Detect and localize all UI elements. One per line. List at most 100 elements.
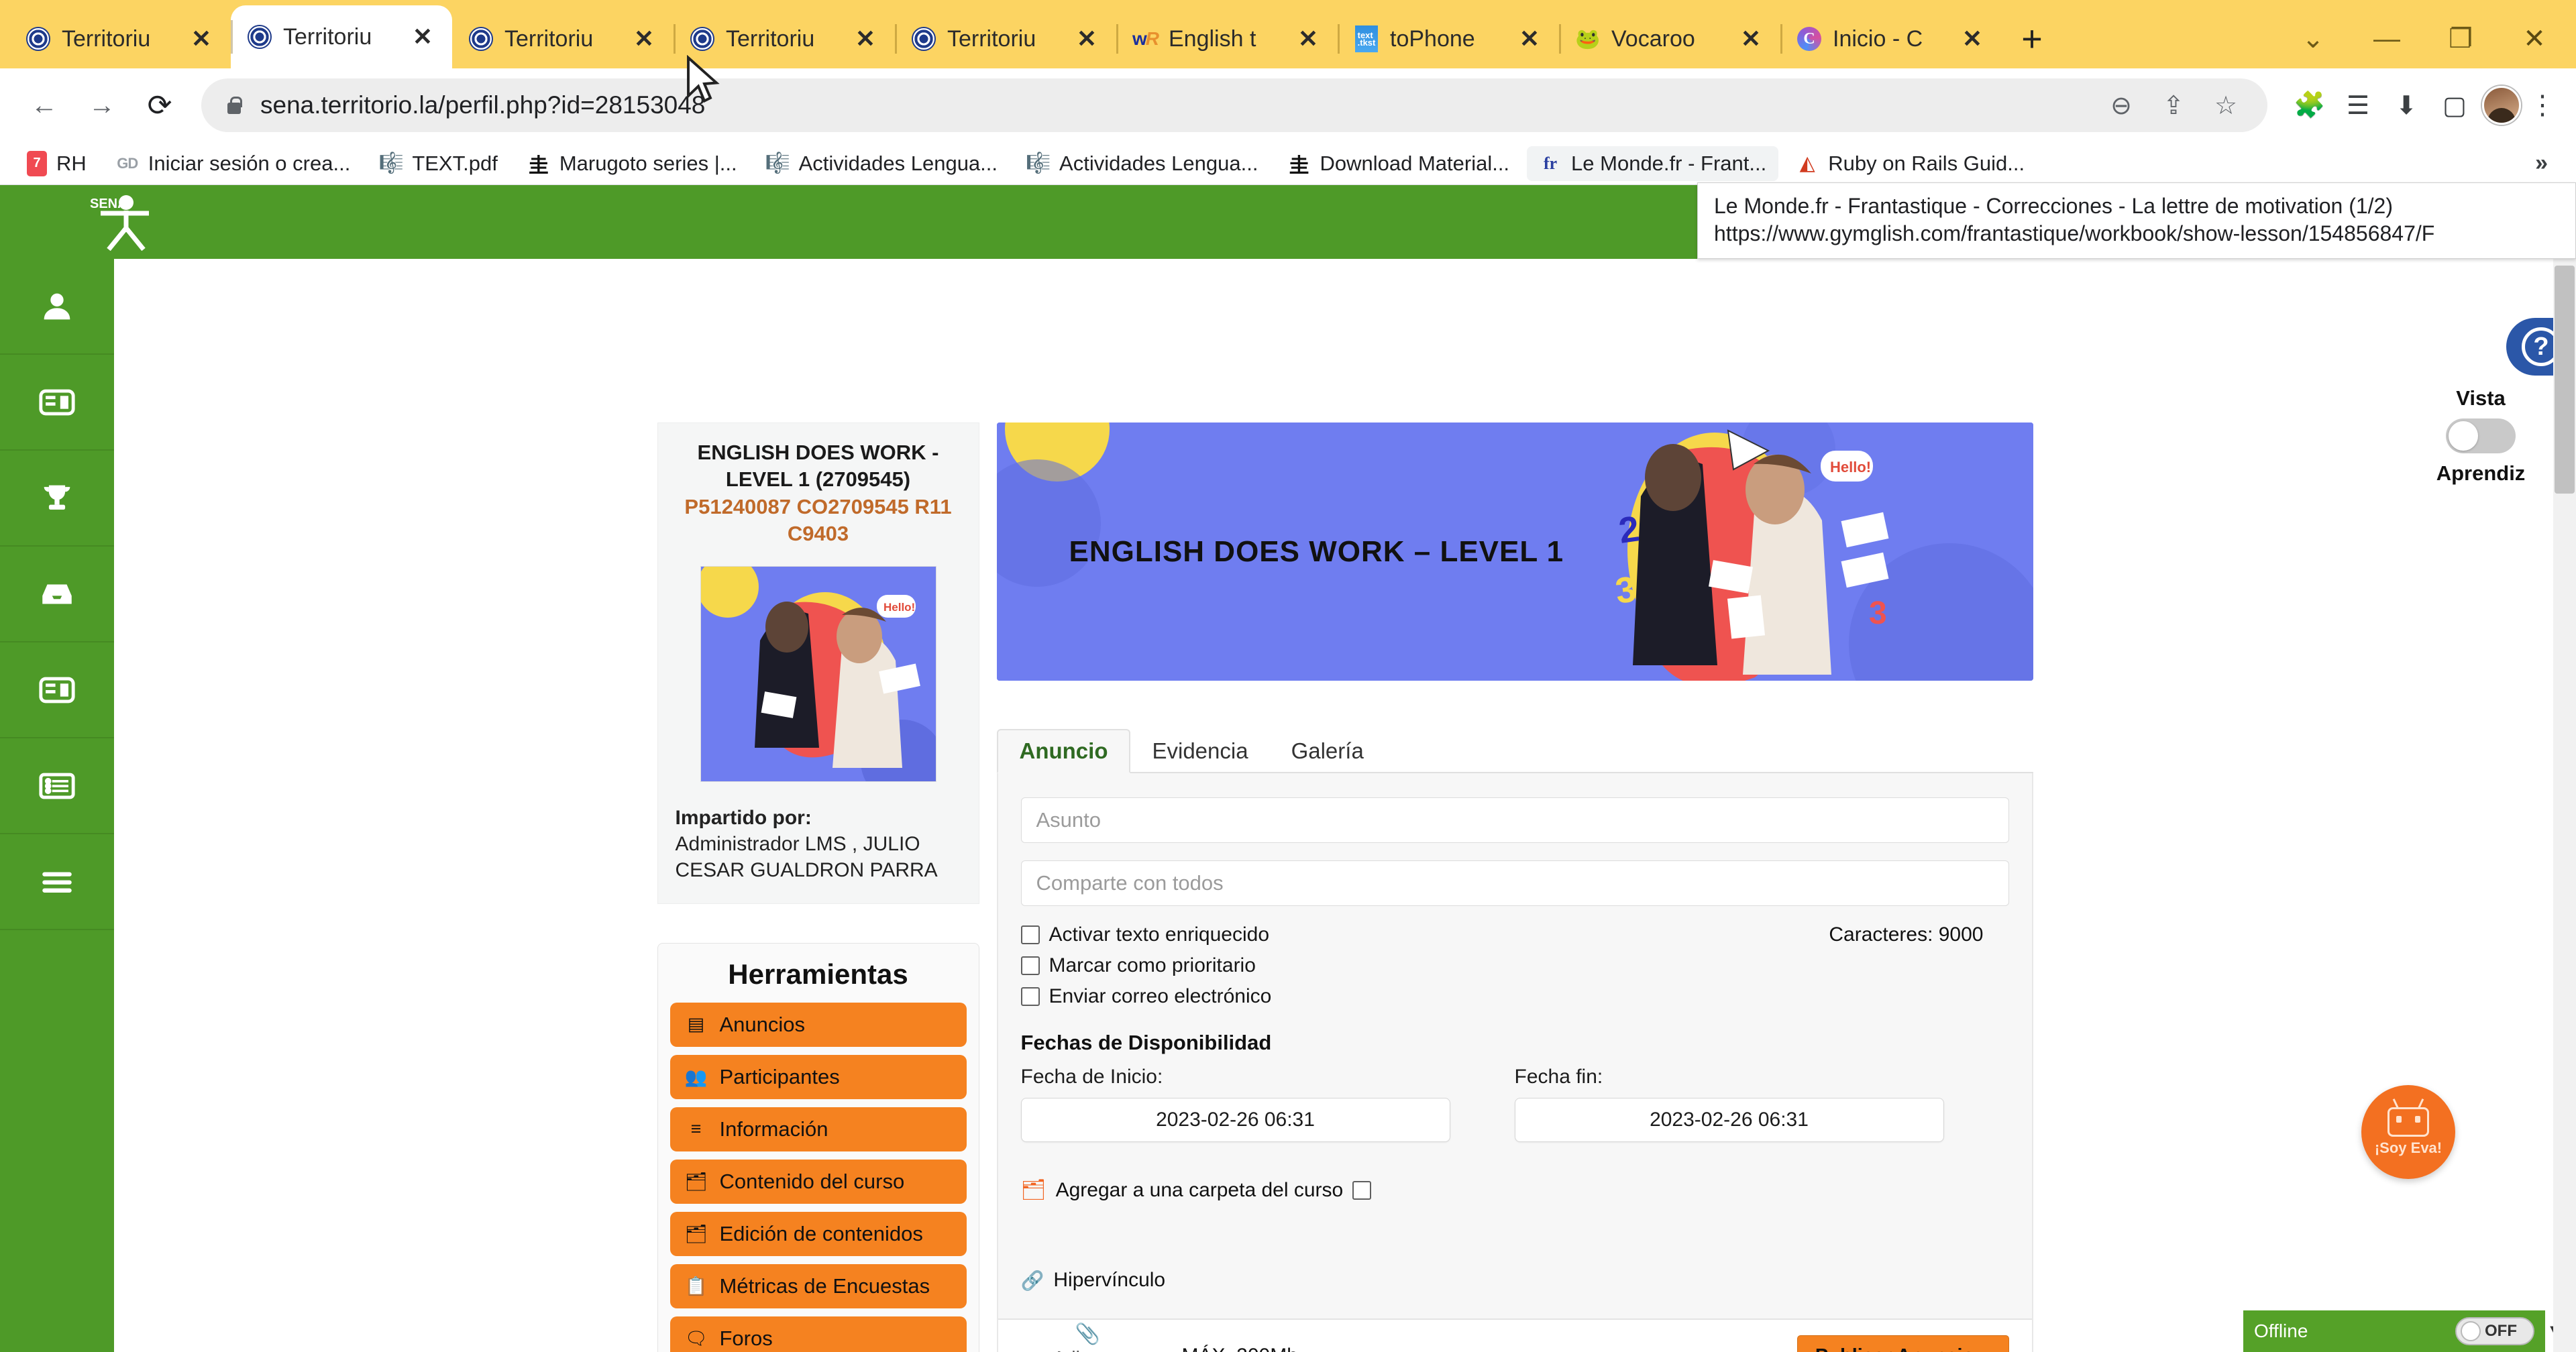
start-date-input[interactable]: 2023-02-26 06:31 <box>1020 1098 1450 1142</box>
browser-tab[interactable]: Territoriu ✕ <box>452 9 674 68</box>
sidebar-item-menu[interactable] <box>0 834 114 930</box>
checkbox-priority[interactable]: Marcar como prioritario <box>1020 954 2009 977</box>
bookmark-star-icon[interactable]: ☆ <box>2208 91 2243 121</box>
maximize-icon[interactable]: ❐ <box>2442 23 2479 54</box>
url-text: sena.territorio.la/perfil.php?id=2815304… <box>260 91 706 119</box>
address-bar: ← → ⟳ sena.territorio.la/perfil.php?id=2… <box>0 68 2576 142</box>
avatar[interactable] <box>2482 86 2521 125</box>
bookmark-item[interactable]: GD Iniciar sesión o crea... <box>104 146 363 181</box>
add-to-folder-checkbox[interactable] <box>1352 1180 1372 1200</box>
sidebar-item-achievements[interactable] <box>0 451 114 547</box>
bookmark-item[interactable]: 🎼 TEXT.pdf <box>368 146 510 181</box>
sidebar-item-inbox[interactable] <box>0 547 114 642</box>
music-note-icon: 🎼 <box>1026 152 1051 174</box>
close-icon[interactable]: ✕ <box>408 23 437 51</box>
forward-icon[interactable]: → <box>76 80 127 131</box>
tool-contenido-del-curso[interactable]: 🗂 Contenido del curso <box>669 1159 967 1204</box>
end-date-input[interactable]: 2023-02-26 06:31 <box>1514 1098 1944 1142</box>
close-icon[interactable]: ✕ <box>1736 25 1766 53</box>
tool-participantes[interactable]: 👥 Participantes <box>669 1054 967 1099</box>
back-icon[interactable]: ← <box>19 80 70 131</box>
share-input[interactable]: Comparte con todos <box>1020 860 2009 906</box>
sidebar-item-catalog[interactable] <box>0 642 114 738</box>
dates-section-title: Fechas de Disponibilidad <box>1020 1031 1272 1054</box>
close-icon[interactable]: ✕ <box>186 25 216 53</box>
extensions-icon[interactable]: 🧩 <box>2289 91 2330 120</box>
tab-evidencia[interactable]: Evidencia <box>1130 730 1269 772</box>
tool-informacion[interactable]: ≡ Información <box>669 1107 967 1151</box>
bookmarks-overflow-icon[interactable]: » <box>2535 150 2561 176</box>
checkbox-box[interactable] <box>1020 987 1040 1006</box>
view-switch[interactable] <box>2446 418 2516 453</box>
sidebar-item-list[interactable] <box>0 738 114 834</box>
close-icon[interactable]: ✕ <box>1957 25 1987 53</box>
new-tab-button[interactable]: + <box>2002 9 2062 68</box>
zoom-icon[interactable]: ⊖ <box>2104 91 2139 121</box>
browser-tab[interactable]: Territoriu ✕ <box>674 9 895 68</box>
close-window-icon[interactable]: ✕ <box>2516 23 2553 54</box>
publish-announcement-button[interactable]: Publicar Anuncio... <box>1796 1335 2009 1352</box>
bookmark-item[interactable]: ◭ Ruby on Rails Guid... <box>1784 146 2037 181</box>
url-bar[interactable]: sena.territorio.la/perfil.php?id=2815304… <box>201 78 2267 132</box>
tool-anuncios[interactable]: ▤ Anuncios <box>669 1002 967 1047</box>
eva-assistant-button[interactable]: ¡Soy Eva! <box>2361 1085 2455 1179</box>
bookmark-item[interactable]: 🎼 Actividades Lengua... <box>1015 146 1270 181</box>
browser-tab[interactable]: C Inicio - C ✕ <box>1780 9 2002 68</box>
close-icon[interactable]: ✕ <box>1072 25 1102 53</box>
tool-foros[interactable]: 🗨 Foros <box>669 1316 967 1352</box>
checkbox-box[interactable] <box>1020 956 1040 975</box>
tab-title: Vocaroo <box>1611 25 1695 52</box>
territorio-icon <box>910 25 938 53</box>
territorio-icon <box>688 25 716 53</box>
share-icon[interactable]: ⇪ <box>2156 91 2191 121</box>
minimize-icon[interactable]: — <box>2368 24 2406 54</box>
browser-tab[interactable]: Territoriu ✕ <box>9 9 231 68</box>
tab-title: Territoriu <box>283 23 372 50</box>
tab-galeria[interactable]: Galería <box>1270 730 1385 772</box>
page-scrollbar[interactable] <box>2553 185 2576 1352</box>
bookmark-item-le-monde[interactable]: fr Le Monde.fr - Frant... <box>1527 146 1779 181</box>
page-content: SENA ENGLISH DOES WORK - LEVEL 1 (270954… <box>0 185 2576 1352</box>
browser-menu-icon[interactable]: ⋮ <box>2528 90 2557 121</box>
bookmark-item[interactable]: 圭 Marugoto series |... <box>515 146 749 181</box>
reload-icon[interactable]: ⟳ <box>134 80 185 131</box>
browser-tab[interactable]: 🐸 Vocaroo ✕ <box>1559 9 1780 68</box>
tab-search-icon[interactable]: ⌄ <box>2294 23 2332 54</box>
bookmark-item[interactable]: 🎼 Actividades Lengua... <box>755 146 1010 181</box>
chat-status-bar[interactable]: Offline OFF <box>2243 1310 2545 1352</box>
bookmark-item[interactable]: 7 RH <box>15 146 99 182</box>
paperclip-icon: 📎 <box>1075 1322 1101 1345</box>
add-to-folder-row[interactable]: 🗂 Agregar a una carpeta del curso <box>1021 1178 2009 1202</box>
sidebar-item-profile[interactable] <box>0 259 114 355</box>
chat-toggle[interactable]: OFF <box>2455 1317 2534 1345</box>
tool-edicion-de-contenidos[interactable]: 🗂 Edición de contenidos <box>669 1211 967 1256</box>
svg-text:Hello!: Hello! <box>1830 459 1871 475</box>
browser-tab[interactable]: Territoriu ✕ <box>895 9 1116 68</box>
side-panel-icon[interactable]: ▢ <box>2434 91 2475 121</box>
territorio-icon <box>246 23 274 51</box>
bookmark-item[interactable]: 圭 Download Material... <box>1275 146 1521 181</box>
hyperlink-row[interactable]: 🔗 Hipervínculo <box>1021 1269 2009 1292</box>
close-icon[interactable]: ✕ <box>629 25 659 53</box>
reading-list-icon[interactable]: ☰ <box>2337 91 2379 121</box>
checkbox-label: Activar texto enriquecido <box>1049 923 1270 946</box>
close-icon[interactable]: ✕ <box>851 25 880 53</box>
browser-tab[interactable]: text .tkst toPhone ✕ <box>1338 9 1559 68</box>
bookmark-label: Le Monde.fr - Frant... <box>1571 151 1767 175</box>
downloads-icon[interactable]: ⬇ <box>2385 91 2427 121</box>
browser-tab-active[interactable]: Territoriu ✕ <box>231 5 452 68</box>
scrollbar-thumb[interactable] <box>2555 266 2575 494</box>
checkbox-box[interactable] <box>1020 925 1040 944</box>
subject-input[interactable]: Asunto <box>1020 797 2009 843</box>
availability-dates: Fecha de Inicio: 2023-02-26 06:31 Fecha … <box>1020 1066 2009 1142</box>
checkbox-send-email[interactable]: Enviar correo electrónico <box>1020 985 2009 1008</box>
characters-counter: Caracteres: 9000 <box>1829 923 1984 946</box>
close-icon[interactable]: ✕ <box>1515 25 1544 53</box>
attach-files-button[interactable]: 📎 Adjuntar archivos <box>1021 1322 1155 1352</box>
tool-metricas-de-encuestas[interactable]: 📋 Métricas de Encuestas <box>669 1263 967 1308</box>
browser-tab[interactable]: wR English t ✕ <box>1116 9 1338 68</box>
tab-anuncio[interactable]: Anuncio <box>996 729 1131 773</box>
sidebar-item-courses[interactable] <box>0 355 114 451</box>
course-thumbnail: Hello! <box>700 565 936 782</box>
close-icon[interactable]: ✕ <box>1293 25 1323 53</box>
